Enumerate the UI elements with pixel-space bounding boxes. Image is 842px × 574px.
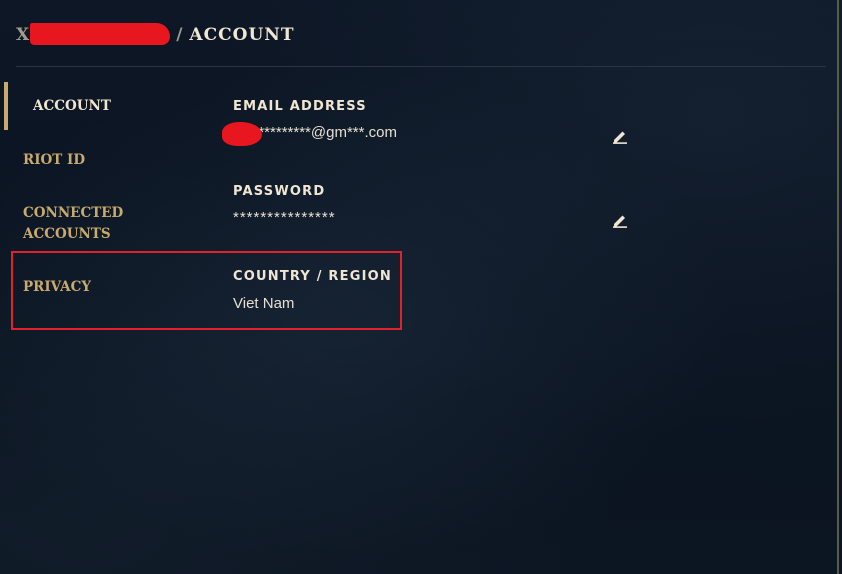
country-value: Viet Nam [233,295,295,312]
email-value: o*********@gm***.com [250,124,397,141]
breadcrumb-root[interactable]: X [16,25,30,45]
password-label: PASSWORD [233,184,326,199]
email-label: EMAIL ADDRESS [233,99,367,114]
redaction-mark [222,122,262,146]
sidebar-item-label-line1: CONNECTED [23,205,124,221]
sidebar-item-riot-id[interactable]: RIOT ID [23,150,85,171]
sidebar-item-account[interactable]: ACCOUNT [33,96,111,117]
sidebar-item-label-line2: ACCOUNTS [23,226,111,242]
pencil-icon[interactable] [612,212,628,228]
page-title: ACCOUNT [189,25,295,45]
country-label: COUNTRY / REGION [233,269,392,284]
breadcrumb-separator: / [176,25,184,45]
header-divider [16,66,826,67]
password-value: *************** [233,209,336,226]
redaction-mark [30,23,170,45]
active-indicator [4,82,8,130]
sidebar-item-privacy[interactable]: PRIVACY [23,277,91,298]
pencil-icon[interactable] [612,128,628,144]
background [0,0,842,574]
window-border [837,0,839,574]
